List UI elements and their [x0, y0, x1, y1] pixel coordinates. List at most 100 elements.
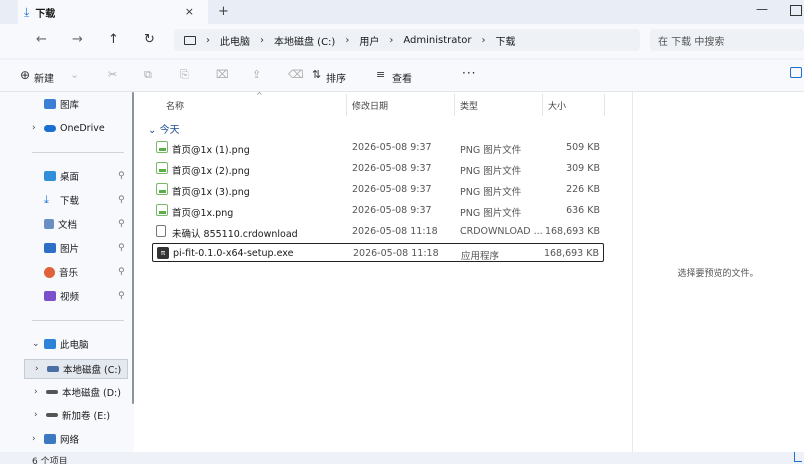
- forward-button[interactable]: →: [72, 32, 83, 47]
- column-divider[interactable]: [346, 94, 347, 116]
- new-icon: ⊕: [20, 68, 31, 82]
- breadcrumb-users[interactable]: 用户: [359, 33, 379, 48]
- chevron-right-icon[interactable]: ›: [34, 410, 46, 420]
- address-bar[interactable]: › 此电脑 › 本地磁盘 (C:) › 用户 › Administrator ›…: [174, 29, 640, 51]
- file-size: 509 KB: [566, 142, 600, 153]
- breadcrumb-local-disk-c[interactable]: 本地磁盘 (C:): [274, 33, 335, 48]
- sidebar-item-music[interactable]: 音乐 ⚲: [0, 262, 134, 282]
- maximize-icon[interactable]: [790, 5, 802, 16]
- group-header-today[interactable]: ⌄ 今天: [148, 121, 180, 136]
- rename-icon[interactable]: ⌧: [216, 68, 229, 81]
- minimize-icon[interactable]: —: [756, 2, 768, 16]
- image-file-icon: [156, 162, 168, 174]
- computer-icon: [184, 35, 196, 45]
- file-size: 636 KB: [566, 205, 600, 216]
- table-row[interactable]: 首页@1x (2).png 2026-05-08 9:37 PNG 图片文件 3…: [152, 159, 604, 178]
- sidebar-item-this-pc[interactable]: ⌄ 此电脑: [0, 334, 134, 354]
- pin-icon[interactable]: ⚲: [118, 171, 125, 181]
- file-size: 226 KB: [566, 184, 600, 195]
- sidebar-item-label: 下载: [60, 196, 80, 207]
- table-row[interactable]: 首页@1x (1).png 2026-05-08 9:37 PNG 图片文件 5…: [152, 138, 604, 157]
- breadcrumb-administrator[interactable]: Administrator: [403, 35, 471, 46]
- tab-downloads[interactable]: ⤓ 下载 ×: [18, 0, 208, 24]
- column-header-date[interactable]: 修改日期: [352, 99, 388, 112]
- chevron-right-icon[interactable]: ›: [32, 123, 44, 133]
- table-row[interactable]: 首页@1x (3).png 2026-05-08 9:37 PNG 图片文件 2…: [152, 180, 604, 199]
- pin-icon[interactable]: ⚲: [118, 267, 125, 277]
- file-type: PNG 图片文件: [460, 208, 522, 219]
- pin-icon[interactable]: ⚲: [118, 195, 125, 205]
- breadcrumb-separator-icon: ›: [260, 34, 264, 46]
- sidebar-divider: [32, 152, 124, 153]
- group-label: 今天: [159, 125, 180, 136]
- file-type: PNG 图片文件: [460, 187, 522, 198]
- file-name: 首页@1x.png: [172, 208, 234, 219]
- chevron-right-icon[interactable]: ›: [32, 434, 44, 444]
- sidebar-item-local-disk-d[interactable]: › 本地磁盘 (D:): [0, 382, 134, 402]
- search-input[interactable]: 在 下载 中搜索: [650, 29, 804, 51]
- sidebar-item-new-volume-e[interactable]: › 新加卷 (E:): [0, 405, 134, 425]
- sidebar-divider: [32, 320, 124, 321]
- column-divider[interactable]: [542, 94, 543, 116]
- sidebar-item-desktop[interactable]: 桌面 ⚲: [0, 166, 134, 186]
- details-view-icon[interactable]: [794, 452, 802, 462]
- pin-icon[interactable]: ⚲: [118, 291, 125, 301]
- column-divider[interactable]: [454, 94, 455, 116]
- sidebar-item-label: 视频: [60, 292, 80, 303]
- file-name: 首页@1x (2).png: [172, 166, 250, 177]
- table-row[interactable]: 首页@1x.png 2026-05-08 9:37 PNG 图片文件 636 K…: [152, 201, 604, 220]
- new-tab-button[interactable]: +: [218, 4, 229, 19]
- back-button[interactable]: ←: [36, 32, 47, 47]
- up-button[interactable]: ↑: [108, 32, 119, 47]
- sidebar-item-label: 本地磁盘 (D:): [62, 388, 121, 399]
- file-name: 首页@1x (3).png: [172, 187, 250, 198]
- sidebar-item-pictures[interactable]: 图片 ⚲: [0, 238, 134, 258]
- sidebar-item-label: 新加卷 (E:): [62, 411, 111, 422]
- sidebar-item-onedrive[interactable]: › OneDrive: [0, 118, 134, 138]
- image-file-icon: [156, 204, 168, 216]
- column-header-type[interactable]: 类型: [460, 99, 478, 112]
- column-header-size[interactable]: 大小: [548, 99, 566, 112]
- sidebar-item-documents[interactable]: 文档 ⚲: [0, 214, 134, 234]
- pin-icon[interactable]: ⚲: [118, 219, 125, 229]
- image-file-icon: [156, 141, 168, 153]
- chevron-right-icon[interactable]: ›: [35, 364, 47, 374]
- sidebar-item-label: 图片: [60, 244, 80, 255]
- sidebar-item-local-disk-c[interactable]: › 本地磁盘 (C:): [24, 359, 128, 379]
- download-icon: ⤓: [24, 4, 30, 19]
- sort-button[interactable]: 排序: [326, 70, 346, 85]
- file-date: 2026-05-08 11:18: [352, 226, 438, 237]
- paste-icon[interactable]: ⎘: [180, 68, 189, 82]
- details-pane-icon[interactable]: [790, 67, 802, 78]
- file-type: PNG 图片文件: [460, 166, 522, 177]
- cut-icon[interactable]: ✂: [108, 68, 117, 81]
- more-options-button[interactable]: ···: [462, 66, 476, 80]
- breadcrumb-this-pc[interactable]: 此电脑: [220, 33, 250, 48]
- table-row-selected[interactable]: π pi-fit-0.1.0-x64-setup.exe 2026-05-08 …: [152, 243, 604, 262]
- column-header-name[interactable]: 名称: [166, 99, 184, 112]
- pin-icon[interactable]: ⚲: [118, 243, 125, 253]
- status-bar: [0, 452, 804, 464]
- view-button[interactable]: 查看: [392, 70, 412, 85]
- breadcrumb-separator-icon: ›: [206, 34, 210, 46]
- new-button[interactable]: 新建: [34, 70, 54, 85]
- sidebar-item-downloads[interactable]: ⤓ 下载 ⚲: [0, 190, 134, 210]
- chevron-right-icon[interactable]: ›: [34, 387, 46, 397]
- file-date: 2026-05-08 9:37: [352, 142, 432, 153]
- refresh-button[interactable]: ↻: [144, 32, 155, 47]
- file-size: 168,693 KB: [544, 226, 600, 237]
- file-name: pi-fit-0.1.0-x64-setup.exe: [173, 248, 294, 259]
- delete-icon[interactable]: ⌫: [288, 68, 304, 81]
- sidebar-item-videos[interactable]: 视频 ⚲: [0, 286, 134, 306]
- column-divider[interactable]: [604, 94, 605, 116]
- share-icon[interactable]: ⇪: [252, 68, 261, 81]
- copy-icon[interactable]: ⧉: [144, 68, 152, 82]
- close-icon[interactable]: ×: [185, 5, 194, 18]
- file-size: 168,693 KB: [543, 248, 599, 259]
- sidebar-item-network[interactable]: › 网络: [0, 429, 134, 449]
- chevron-down-icon[interactable]: ⌄: [32, 339, 44, 349]
- breadcrumb-downloads[interactable]: 下载: [496, 33, 516, 48]
- table-row[interactable]: 未确认 855110.crdownload 2026-05-08 11:18 C…: [152, 222, 604, 241]
- cloud-icon: [44, 124, 56, 132]
- sidebar-item-gallery[interactable]: 图库: [0, 94, 134, 114]
